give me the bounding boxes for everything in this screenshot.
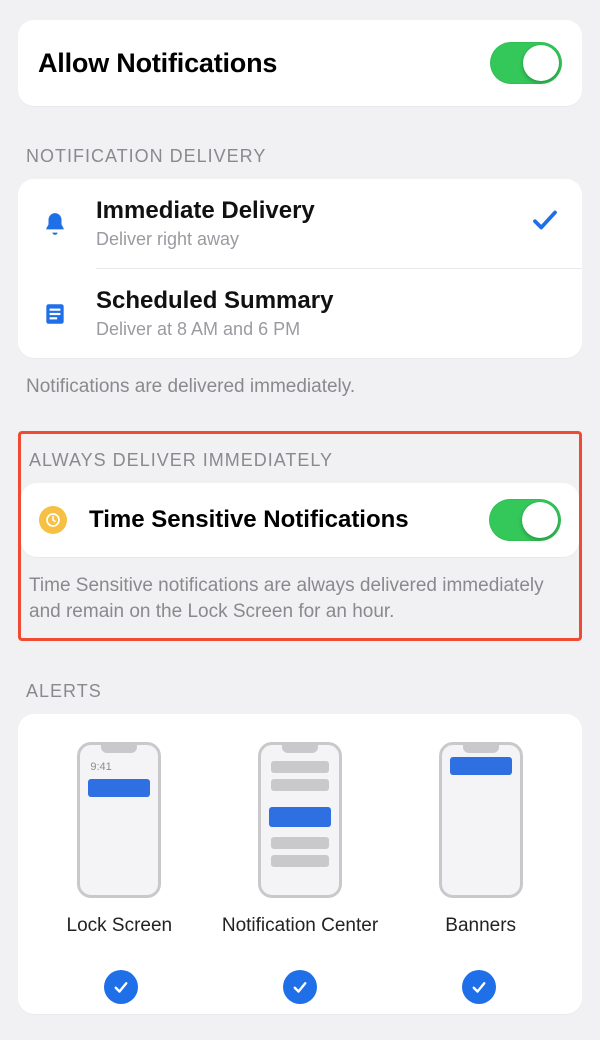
clock-icon — [39, 506, 67, 534]
alert-check-lockscreen[interactable] — [104, 970, 138, 1004]
time-sensitive-label: Time Sensitive Notifications — [89, 506, 489, 534]
always-deliver-highlight: ALWAYS DELIVER IMMEDIATELY Time Sensitiv… — [18, 431, 582, 641]
delivery-option-title: Immediate Delivery — [96, 197, 530, 225]
bell-icon — [36, 211, 74, 237]
alert-option-label: Lock Screen — [67, 914, 173, 962]
allow-notifications-toggle[interactable] — [490, 42, 562, 84]
banners-preview-icon — [439, 742, 523, 898]
notification-center-preview-icon — [258, 742, 342, 898]
delivery-option-scheduled[interactable]: Scheduled Summary Deliver at 8 AM and 6 … — [18, 269, 582, 358]
alert-option-lockscreen[interactable]: 9:41 Lock Screen — [32, 742, 207, 962]
time-sensitive-card: Time Sensitive Notifications — [21, 483, 579, 557]
delivery-option-subtitle: Deliver at 8 AM and 6 PM — [96, 319, 560, 340]
alert-check-notification-center[interactable] — [283, 970, 317, 1004]
delivery-list: Immediate Delivery Deliver right away Sc… — [18, 179, 582, 358]
alert-option-notification-center[interactable]: Notification Center — [213, 742, 388, 962]
checkmark-icon — [530, 205, 560, 243]
alerts-section-header: ALERTS — [26, 681, 574, 702]
allow-notifications-label: Allow Notifications — [38, 48, 277, 79]
always-footer-note: Time Sensitive notifications are always … — [29, 573, 571, 626]
allow-notifications-row[interactable]: Allow Notifications — [18, 20, 582, 106]
delivery-option-title: Scheduled Summary — [96, 287, 560, 315]
alert-option-label: Banners — [445, 914, 516, 962]
alert-check-banners[interactable] — [462, 970, 496, 1004]
delivery-section-header: NOTIFICATION DELIVERY — [26, 146, 574, 167]
alerts-card: 9:41 Lock Screen Notification Center — [18, 714, 582, 1014]
alert-option-label: Notification Center — [222, 914, 378, 962]
delivery-option-subtitle: Deliver right away — [96, 229, 530, 250]
lockscreen-preview-icon: 9:41 — [77, 742, 161, 898]
summary-icon — [36, 301, 74, 327]
preview-clock: 9:41 — [90, 761, 111, 773]
delivery-option-immediate[interactable]: Immediate Delivery Deliver right away — [18, 179, 582, 268]
time-sensitive-row[interactable]: Time Sensitive Notifications — [21, 483, 579, 557]
always-section-header: ALWAYS DELIVER IMMEDIATELY — [29, 450, 571, 471]
time-sensitive-toggle[interactable] — [489, 499, 561, 541]
alert-option-banners[interactable]: Banners — [393, 742, 568, 962]
delivery-footer-note: Notifications are delivered immediately. — [26, 374, 574, 401]
